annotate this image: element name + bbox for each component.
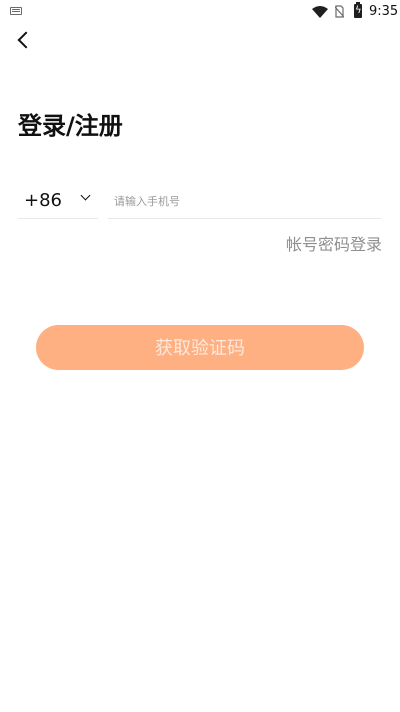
wifi-icon <box>312 6 328 18</box>
status-time: 9:35 <box>369 4 399 19</box>
chevron-down-icon <box>80 190 91 201</box>
status-bar: 9:35 <box>0 0 400 24</box>
country-code-select[interactable]: +86 <box>18 185 98 219</box>
phone-input[interactable] <box>112 185 376 217</box>
battery-charging-icon <box>354 2 362 18</box>
page-title: 登录/注册 <box>18 112 123 140</box>
back-button[interactable] <box>12 28 36 52</box>
country-code-value: +86 <box>24 190 62 211</box>
no-sim-icon <box>335 5 344 18</box>
get-code-button[interactable]: 获取验证码 <box>36 325 364 370</box>
password-login-link[interactable]: 帐号密码登录 <box>286 234 382 256</box>
phone-field <box>108 185 381 219</box>
keyboard-icon <box>10 7 22 15</box>
